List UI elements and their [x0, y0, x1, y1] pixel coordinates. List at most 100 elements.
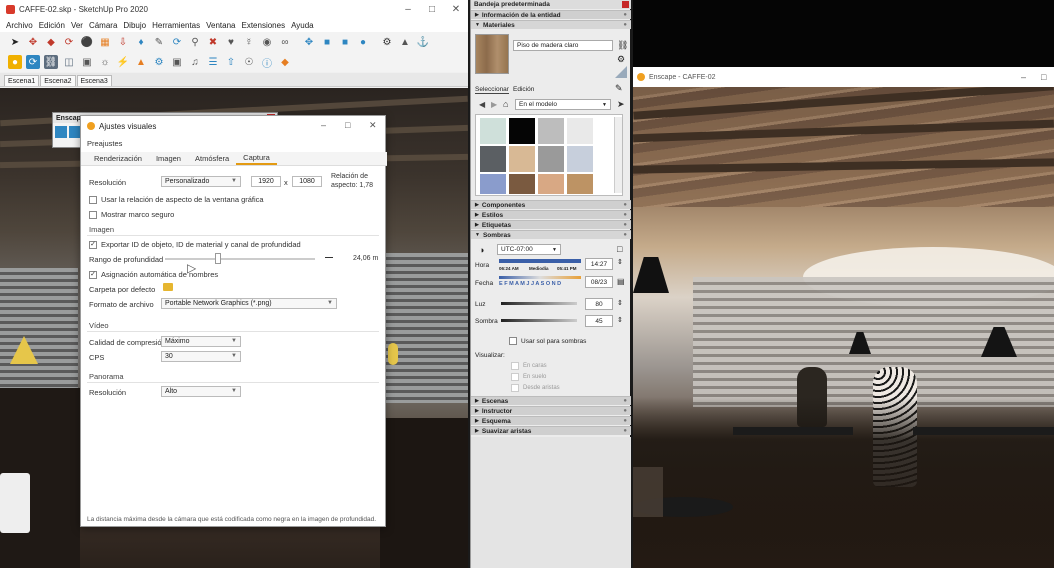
tab-atmosfera[interactable]: Atmósfera	[188, 152, 236, 165]
light-stepper-icon[interactable]: ⇕	[617, 299, 623, 307]
height-input[interactable]: 1080	[292, 176, 322, 187]
vr-icon[interactable]: ▣	[170, 55, 184, 69]
checkbox[interactable]	[89, 195, 97, 204]
checkbox-checked[interactable]: ✓	[89, 270, 97, 279]
maximize-icon[interactable]: □	[345, 120, 350, 130]
panel-instructor[interactable]: ▶ Instructor ●	[471, 406, 631, 415]
use-sun-row[interactable]: Usar sol para sombras	[509, 337, 586, 345]
checkbox[interactable]	[511, 384, 519, 392]
enscape-view-icon[interactable]: ◫	[62, 55, 76, 69]
collection-select[interactable]: En el modelo ▼	[515, 99, 611, 110]
presets-label[interactable]: Preajustes	[87, 139, 122, 148]
menu-dibujo[interactable]: Dibujo	[123, 21, 146, 30]
paint-bucket-icon[interactable]: ▦	[98, 35, 112, 49]
material-swatch[interactable]	[538, 118, 564, 144]
axes-icon[interactable]: ✥	[302, 35, 316, 49]
create-material-icon[interactable]: ⚙	[617, 54, 625, 65]
checkbox[interactable]	[509, 337, 517, 345]
collaborate-icon[interactable]: ☰	[206, 55, 220, 69]
auto-names-row[interactable]: ✓ Asignación automática de nombres	[89, 270, 218, 279]
position-camera-icon[interactable]: ☿	[242, 35, 256, 49]
time-stepper-icon[interactable]: ⇕	[617, 258, 623, 266]
date-slider[interactable]	[499, 276, 581, 279]
close-icon[interactable]: ✕	[444, 0, 468, 18]
shadows-toggle-icon[interactable]: ◑	[479, 245, 484, 255]
material-swatch[interactable]	[538, 174, 564, 194]
orbit-icon[interactable]: ⟳	[170, 35, 184, 49]
checkbox[interactable]	[511, 362, 519, 370]
batch-render-icon[interactable]: ☼	[98, 55, 112, 69]
extension-icon[interactable]: ●	[356, 35, 370, 49]
date-input[interactable]: 08/23	[585, 276, 613, 288]
tab-escena2[interactable]: Escena2	[40, 75, 76, 86]
followme-icon[interactable]: ♦	[134, 35, 148, 49]
checkbox-checked[interactable]: ✓	[89, 240, 97, 249]
tab-escena3[interactable]: Escena3	[76, 75, 112, 86]
use-window-aspect-row[interactable]: Usar la relación de aspecto de la ventan…	[89, 195, 264, 204]
panel-components[interactable]: ▶ Componentes ●	[471, 200, 631, 209]
menu-edicion[interactable]: Edición	[39, 21, 65, 30]
section-icon[interactable]: ✖	[206, 35, 220, 49]
panel-scenes[interactable]: ▶ Escenas ●	[471, 396, 631, 405]
width-input[interactable]: 1920	[251, 176, 281, 187]
tab-imagen[interactable]: Imagen	[149, 152, 188, 165]
warehouse-icon[interactable]: ■	[338, 35, 352, 49]
enscape-link-icon[interactable]: ⛓	[44, 55, 58, 69]
component-icon[interactable]: ■	[320, 35, 334, 49]
forward-icon[interactable]: ▶	[491, 100, 497, 109]
footprints-icon[interactable]: ∞	[278, 35, 292, 49]
minimize-icon[interactable]: –	[396, 0, 420, 18]
audio-icon[interactable]: ♫	[188, 55, 202, 69]
tab-select[interactable]: Seleccionar	[475, 86, 509, 94]
menu-archivo[interactable]: Archivo	[6, 21, 33, 30]
pano-resolution-select[interactable]: Alto ▼	[161, 386, 241, 397]
tab-escena1[interactable]: Escena1	[4, 75, 40, 86]
tape-icon[interactable]: ✎	[152, 35, 166, 49]
material-swatch[interactable]	[480, 146, 506, 172]
material-swatch[interactable]	[567, 118, 593, 144]
timezone-select[interactable]: UTC-07:00 ▼	[497, 244, 561, 255]
panel-outliner[interactable]: ▶ Esquema ●	[471, 416, 631, 425]
home-icon[interactable]: ⌂	[503, 99, 508, 109]
material-swatch[interactable]	[538, 146, 564, 172]
settings-icon[interactable]: ⚙	[152, 55, 166, 69]
capture-icon[interactable]	[55, 126, 67, 138]
close-icon[interactable]	[622, 1, 629, 8]
asset-library-icon[interactable]: ▲	[134, 55, 148, 69]
select-icon[interactable]: ➤	[8, 35, 22, 49]
back-icon[interactable]: ◀	[479, 100, 485, 109]
enscape-render-viewport[interactable]	[633, 67, 1054, 568]
file-format-select[interactable]: Portable Network Graphics (*.png) ▼	[161, 298, 337, 309]
light-input[interactable]: 80	[585, 298, 613, 310]
menu-herramientas[interactable]: Herramientas	[152, 21, 200, 30]
tab-renderizacion[interactable]: Renderización	[87, 152, 149, 165]
screenshot-icon[interactable]: ▣	[80, 55, 94, 69]
material-swatch[interactable]	[509, 118, 535, 144]
shadow-stepper-icon[interactable]: ⇕	[617, 316, 623, 324]
material-name-input[interactable]: Piso de madera claro	[513, 40, 613, 51]
material-swatch[interactable]	[567, 174, 593, 194]
panel-materials[interactable]: ▼ Materiales ●	[471, 20, 631, 29]
tab-edit[interactable]: Edición	[513, 86, 534, 93]
menu-ventana[interactable]: Ventana	[206, 21, 235, 30]
minimize-icon[interactable]: –	[321, 120, 326, 130]
material-swatch[interactable]	[480, 118, 506, 144]
panel-labels[interactable]: ▶ Etiquetas ●	[471, 220, 631, 229]
eraser-icon[interactable]: ⚫	[80, 35, 94, 49]
maximize-icon[interactable]: □	[1041, 72, 1046, 82]
slider-handle[interactable]	[215, 253, 221, 264]
minimize-icon[interactable]: –	[1021, 72, 1026, 82]
walk-icon[interactable]: ♥	[224, 35, 238, 49]
scrollbar[interactable]	[614, 117, 622, 193]
export-icon[interactable]: ⚡	[116, 55, 130, 69]
upload-icon[interactable]: ⇧	[224, 55, 238, 69]
time-slider[interactable]	[499, 259, 581, 263]
menu-ver[interactable]: Ver	[71, 21, 83, 30]
eyedropper-icon[interactable]: ✎	[615, 83, 623, 94]
light-slider[interactable]	[501, 302, 577, 305]
rotate-icon[interactable]: ⟳	[62, 35, 76, 49]
fps-select[interactable]: 30 ▼	[161, 351, 241, 362]
folder-icon[interactable]	[163, 283, 173, 291]
checkbox[interactable]	[511, 373, 519, 381]
menu-extensiones[interactable]: Extensiones	[241, 21, 285, 30]
